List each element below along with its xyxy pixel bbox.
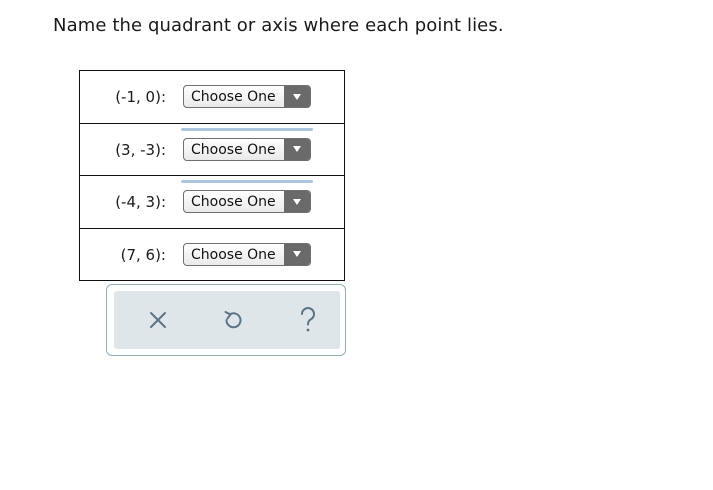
point-label: (7, 6):: [120, 245, 166, 264]
focus-indicator: [181, 180, 313, 183]
point-label: (3, -3):: [115, 140, 166, 159]
quadrant-select[interactable]: Choose One: [183, 242, 311, 266]
quadrant-select[interactable]: Choose One: [183, 190, 311, 213]
select-value: Choose One: [191, 194, 276, 210]
select-value: Choose One: [191, 89, 276, 105]
undo-icon: [224, 311, 242, 329]
table-row: (-1, 0): Choose One: [80, 71, 344, 123]
close-icon: [150, 312, 166, 328]
select-value: Choose One: [191, 141, 276, 158]
table-row: (3, -3): Choose One: [80, 122, 344, 176]
quadrant-select[interactable]: Choose One: [183, 85, 311, 108]
clear-button[interactable]: [143, 305, 173, 335]
select-value: Choose One: [191, 246, 276, 263]
answer-table: (-1, 0): Choose One (3, -3): Choose One …: [79, 70, 345, 281]
help-icon: [301, 307, 315, 332]
table-row: (-4, 3): Choose One: [80, 175, 344, 228]
dropdown-arrow-icon: [284, 191, 310, 212]
quadrant-select[interactable]: Choose One: [183, 137, 311, 161]
dropdown-arrow-icon: [284, 86, 310, 107]
point-label: (-4, 3):: [115, 193, 166, 211]
dropdown-arrow-icon: [284, 243, 310, 265]
instructions: Name the quadrant or axis where each poi…: [53, 15, 504, 36]
dropdown-arrow-icon: [284, 138, 310, 160]
answer-toolbar: [106, 284, 346, 356]
help-button[interactable]: [293, 305, 323, 335]
point-label: (-1, 0):: [115, 88, 166, 106]
toolbar-panel: [114, 291, 340, 349]
focus-indicator: [181, 127, 313, 131]
table-row: (7, 6): Choose One: [80, 227, 344, 281]
undo-button[interactable]: [218, 305, 248, 335]
